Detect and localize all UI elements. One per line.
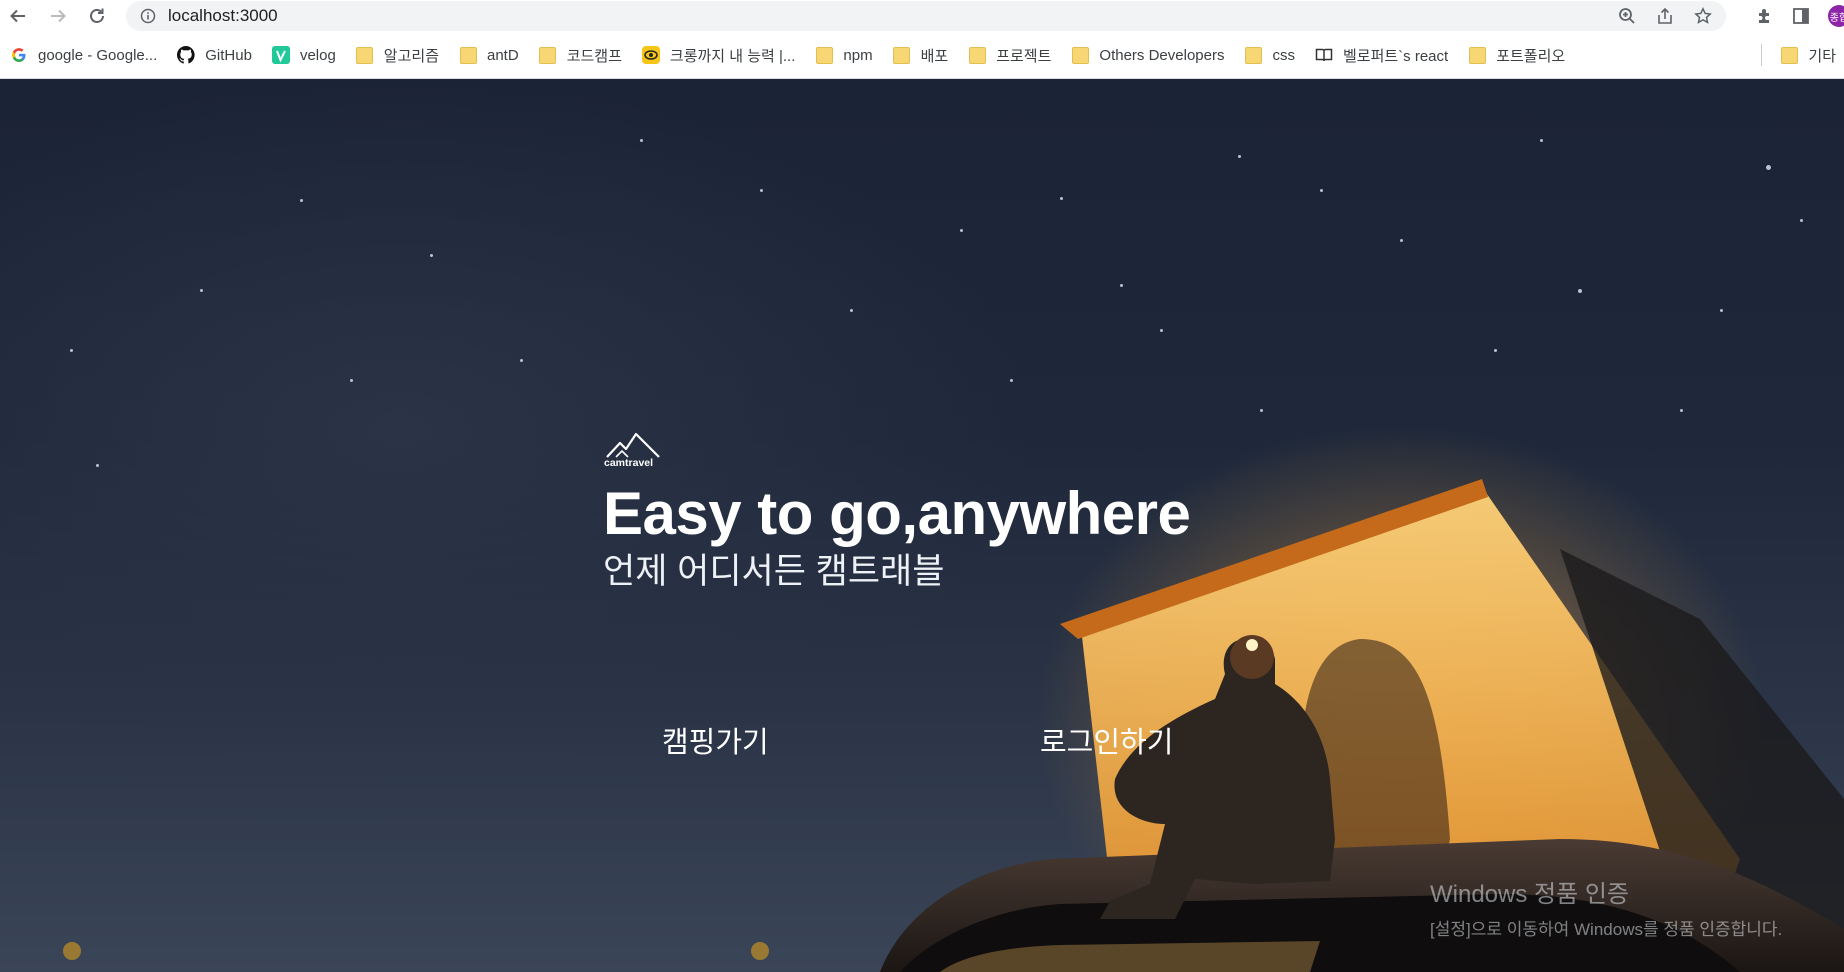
bookmark-codecamp[interactable]: 코드캠프	[531, 40, 630, 70]
folder-icon	[1468, 46, 1486, 64]
bookmark-label: Others Developers	[1099, 46, 1225, 64]
folder-icon	[459, 46, 477, 64]
go-camping-button[interactable]: 캠핑가기	[662, 719, 769, 761]
bookmark-github[interactable]: GitHub	[169, 40, 260, 70]
share-icon[interactable]	[1656, 7, 1674, 25]
bookmark-google[interactable]: google - Google...	[0, 40, 165, 70]
folder-icon	[1780, 46, 1798, 64]
bookmarks-bar: google - Google... GitHub velog 알고리즘 ant…	[0, 32, 1844, 79]
profile-initial: 종합	[1829, 12, 1844, 24]
side-panel-icon[interactable]	[1792, 7, 1810, 25]
bookmark-label: css	[1272, 46, 1295, 64]
bookmark-label: 기타	[1808, 47, 1836, 65]
bookmark-label: 알고리즘	[383, 47, 439, 65]
github-icon	[177, 46, 195, 64]
bookmark-other[interactable]: 기타	[1772, 40, 1844, 70]
hero-subline: 언제 어디서든 캠트래블	[603, 552, 945, 591]
eye-icon	[641, 46, 660, 64]
velog-icon	[271, 46, 290, 64]
back-button[interactable]	[3, 0, 33, 32]
bookmark-label: 코드캠프	[566, 47, 622, 65]
bookmark-label: GitHub	[205, 46, 252, 64]
bookmark-label: 프로젝트	[996, 47, 1052, 65]
extensions-icon[interactable]	[1756, 7, 1774, 25]
watermark-subtitle: [설정]으로 이동하여 Windows를 정품 인증합니다.	[1430, 920, 1783, 939]
reload-button[interactable]	[82, 0, 112, 32]
logo-wordmark: camtravel	[604, 457, 653, 469]
bookmark-crong[interactable]: 크롱까지 내 능력 |...	[634, 40, 804, 70]
bookmark-algorithm[interactable]: 알고리즘	[348, 40, 447, 70]
camtravel-logo: camtravel	[604, 432, 660, 469]
bookmark-label: google - Google...	[38, 46, 158, 64]
bookmarks-separator	[1761, 44, 1763, 66]
bookmark-label: 크롱까지 내 능력 |...	[669, 47, 796, 65]
folder-icon	[1071, 46, 1089, 64]
url-text[interactable]: localhost:3000	[168, 6, 278, 26]
hero-text-block: camtravel Easy to go,anywhere 언제 어디서든 캠트…	[603, 429, 1191, 595]
bookmark-portfolio[interactable]: 포트폴리오	[1460, 40, 1573, 70]
folder-icon	[539, 46, 557, 64]
address-bar[interactable]: localhost:3000	[126, 1, 1726, 31]
bookmark-project[interactable]: 프로젝트	[960, 40, 1059, 70]
forward-button[interactable]	[43, 0, 73, 32]
bookmark-star-icon[interactable]	[1694, 7, 1712, 25]
bookmark-label: velog	[299, 46, 336, 64]
browser-toolbar: localhost:3000 종합	[0, 0, 1844, 32]
bookmark-label: 배포	[920, 47, 949, 65]
folder-icon	[815, 46, 833, 64]
watermark-title: Windows 정품 인증	[1430, 881, 1630, 908]
bookmark-velog[interactable]: velog	[264, 40, 344, 70]
bookmark-others-developers[interactable]: Others Developers	[1063, 40, 1232, 70]
hero-section: camtravel Easy to go,anywhere 언제 어디서든 캠트…	[0, 79, 1844, 972]
forward-arrow-icon	[51, 9, 66, 23]
folder-icon	[968, 46, 986, 64]
reload-icon	[90, 8, 104, 23]
folder-icon	[1244, 46, 1262, 64]
profile-avatar[interactable]: 종합	[1828, 5, 1844, 27]
folder-icon	[893, 46, 911, 64]
bookmark-label: npm	[843, 46, 873, 64]
book-icon	[1315, 46, 1333, 64]
windows-activation-watermark: Windows 정품 인증 [설정]으로 이동하여 Windows를 정품 인증…	[1430, 874, 1782, 940]
bookmark-antd[interactable]: antD	[451, 40, 527, 70]
bookmark-label: antD	[487, 46, 519, 64]
bookmark-css[interactable]: css	[1236, 40, 1303, 70]
hero-headline: Easy to go,anywhere	[603, 480, 1191, 547]
login-button[interactable]: 로그인하기	[1040, 719, 1173, 761]
google-icon	[10, 46, 28, 64]
zoom-icon[interactable]	[1618, 7, 1636, 25]
bookmark-label: 벨로퍼트`s react	[1342, 47, 1449, 65]
bookmark-velopert-react[interactable]: 벨로퍼트`s react	[1307, 40, 1456, 70]
back-arrow-icon	[10, 9, 25, 23]
bookmark-label: 포트폴리오	[1496, 47, 1566, 65]
bookmark-deploy[interactable]: 배포	[885, 40, 957, 70]
folder-icon	[356, 46, 374, 64]
bookmark-npm[interactable]: npm	[807, 40, 880, 70]
site-info-icon[interactable]	[140, 8, 156, 24]
